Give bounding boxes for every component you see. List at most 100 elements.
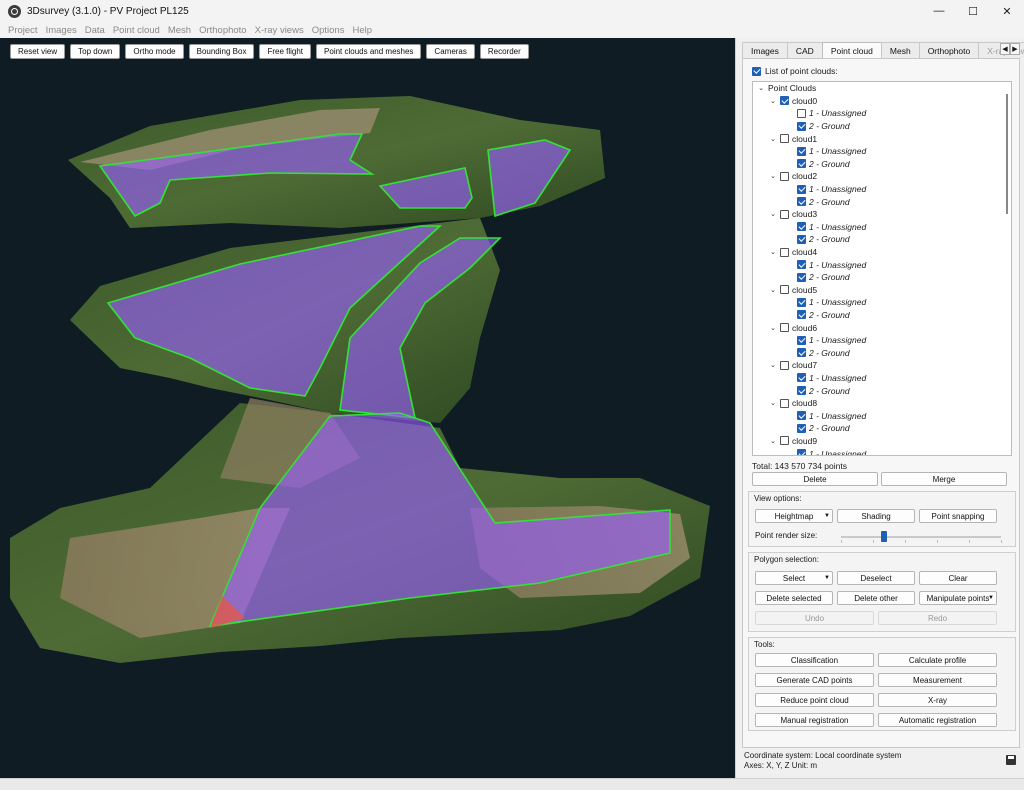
chevron-down-icon[interactable]: ⌄ [769,97,777,105]
class-checkbox[interactable] [797,234,806,244]
chevron-down-icon[interactable]: ⌄ [769,437,777,445]
delete-button[interactable]: Delete [752,472,878,486]
class-checkbox[interactable] [797,260,806,270]
top-down-button[interactable]: Top down [70,44,121,59]
chevron-down-icon[interactable]: ⌄ [769,399,777,407]
class-checkbox[interactable] [797,146,806,156]
class-checkbox[interactable] [797,373,806,383]
minimize-button[interactable]: — [922,0,956,22]
class-checkbox[interactable] [797,310,806,320]
menu-mesh[interactable]: Mesh [164,25,195,36]
bounding-box-button[interactable]: Bounding Box [188,44,255,59]
tab-scroll-right-icon[interactable]: ▶ [1010,43,1020,55]
cloud-row[interactable]: ⌄ cloud1 [753,132,1011,145]
cloud-checkbox[interactable] [780,285,789,295]
menu-project[interactable]: Project [4,25,42,36]
class-row[interactable]: 2 - Ground [753,346,1011,359]
cloud-row[interactable]: ⌄ cloud8 [753,397,1011,410]
menu-data[interactable]: Data [81,25,109,36]
manipulate-points-dropdown[interactable]: Manipulate points ▼ [919,591,997,605]
point-snapping-button[interactable]: Point snapping [919,509,997,523]
class-row[interactable]: 1 - Unassigned [753,447,1011,455]
class-checkbox[interactable] [797,423,806,433]
cloud-checkbox[interactable] [780,96,789,106]
chevron-down-icon[interactable]: ⌄ [769,286,777,294]
menu-point-cloud[interactable]: Point cloud [109,25,164,36]
class-checkbox[interactable] [797,411,806,421]
class-checkbox[interactable] [797,184,806,194]
ortho-mode-button[interactable]: Ortho mode [125,44,184,59]
slider-thumb[interactable] [881,531,888,542]
class-row[interactable]: 1 - Unassigned [753,107,1011,120]
chevron-down-icon[interactable]: ⌄ [769,135,777,143]
cloud-checkbox[interactable] [780,398,789,408]
delete-other-button[interactable]: Delete other [837,591,915,605]
menu-options[interactable]: Options [308,25,349,36]
merge-button[interactable]: Merge [881,472,1007,486]
tree-root-row[interactable]: ⌄ Point Clouds [753,82,1011,95]
class-row[interactable]: 1 - Unassigned [753,372,1011,385]
cloud-row[interactable]: ⌄ cloud2 [753,170,1011,183]
class-row[interactable]: 1 - Unassigned [753,221,1011,234]
class-checkbox[interactable] [797,222,806,232]
cloud-row[interactable]: ⌄ cloud9 [753,435,1011,448]
class-row[interactable]: 1 - Unassigned [753,258,1011,271]
reset-view-button[interactable]: Reset view [10,44,66,59]
point-cloud-tree[interactable]: ⌄ Point Clouds ⌄ cloud0 1 - Unassigned 2 - Gr… [752,81,1012,456]
class-checkbox[interactable] [797,335,806,345]
class-row[interactable]: 2 - Ground [753,195,1011,208]
class-row[interactable]: 2 - Ground [753,422,1011,435]
class-checkbox[interactable] [797,348,806,358]
clear-button[interactable]: Clear [919,571,997,585]
class-row[interactable]: 2 - Ground [753,233,1011,246]
save-icon[interactable] [1006,755,1016,765]
cloud-row[interactable]: ⌄ cloud0 [753,95,1011,108]
deselect-button[interactable]: Deselect [837,571,915,585]
class-row[interactable]: 2 - Ground [753,158,1011,171]
list-toggle-checkbox[interactable] [752,66,761,76]
cloud-row[interactable]: ⌄ cloud5 [753,284,1011,297]
xray-button[interactable]: X-ray [878,693,997,707]
shading-button[interactable]: Shading [837,509,915,523]
point-clouds-and-meshes-button[interactable]: Point clouds and meshes [316,44,422,59]
heightmap-dropdown[interactable]: Heightmap ▼ [755,509,833,523]
tab-scroll-left-icon[interactable]: ◀ [1000,43,1010,55]
tree-scrollbar-thumb[interactable] [1006,94,1008,214]
menu-help[interactable]: Help [348,25,376,36]
list-of-point-clouds[interactable]: List of point clouds: [752,66,838,76]
class-row[interactable]: 1 - Unassigned [753,409,1011,422]
class-checkbox[interactable] [797,108,806,118]
tab-orthophoto[interactable]: Orthophoto [918,42,980,58]
cloud-checkbox[interactable] [780,323,789,333]
close-button[interactable]: ✕ [990,0,1024,22]
class-checkbox[interactable] [797,197,806,207]
manual-registration-button[interactable]: Manual registration [755,713,874,727]
cloud-checkbox[interactable] [780,436,789,446]
measurement-button[interactable]: Measurement [878,673,997,687]
cloud-checkbox[interactable] [780,171,789,181]
cloud-checkbox[interactable] [780,209,789,219]
class-checkbox[interactable] [797,297,806,307]
maximize-button[interactable]: ☐ [956,0,990,22]
class-checkbox[interactable] [797,449,806,455]
free-flight-button[interactable]: Free flight [259,44,312,59]
menu-xray-views[interactable]: X-ray views [251,25,308,36]
chevron-down-icon[interactable]: ⌄ [769,361,777,369]
automatic-registration-button[interactable]: Automatic registration [878,713,997,727]
menu-orthophoto[interactable]: Orthophoto [195,25,251,36]
class-row[interactable]: 1 - Unassigned [753,145,1011,158]
class-row[interactable]: 1 - Unassigned [753,296,1011,309]
delete-selected-button[interactable]: Delete selected [755,591,833,605]
select-dropdown[interactable]: Select ▼ [755,571,833,585]
cloud-checkbox[interactable] [780,247,789,257]
classification-button[interactable]: Classification [755,653,874,667]
class-row[interactable]: 1 - Unassigned [753,334,1011,347]
undo-button[interactable]: Undo [755,611,874,625]
cloud-row[interactable]: ⌄ cloud3 [753,208,1011,221]
chevron-down-icon[interactable]: ⌄ [769,324,777,332]
class-checkbox[interactable] [797,272,806,282]
point-cloud-scene[interactable] [0,38,735,778]
class-row[interactable]: 2 - Ground [753,384,1011,397]
chevron-down-icon[interactable]: ⌄ [757,84,765,92]
redo-button[interactable]: Redo [878,611,997,625]
